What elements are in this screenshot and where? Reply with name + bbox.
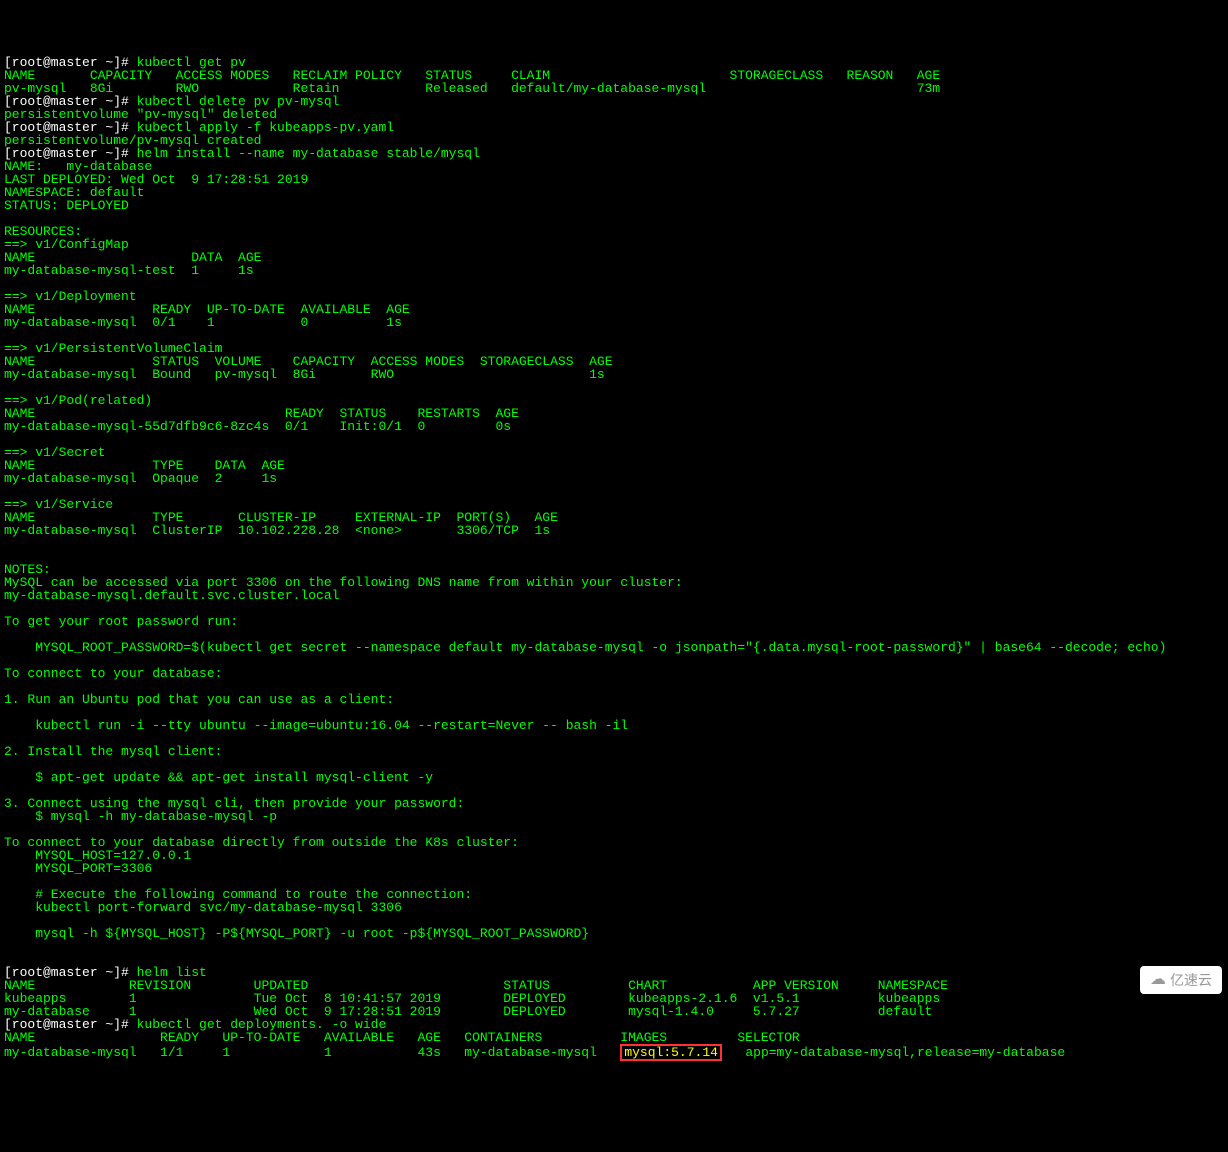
watermark-text: 亿速云 <box>1170 973 1212 987</box>
terminal-line: my-database-mysql ClusterIP 10.102.228.2… <box>4 523 550 538</box>
cloud-icon: ☁ <box>1150 972 1166 988</box>
terminal-line: NAME READY UP-TO-DATE AVAILABLE AGE CONT… <box>4 1030 800 1045</box>
highlighted-image: mysql:5.7.14 <box>620 1044 722 1061</box>
terminal-line: kubectl port-forward svc/my-database-mys… <box>4 900 402 915</box>
terminal-line: my-database-mysql-55d7dfb9c6-8zc4s 0/1 I… <box>4 419 511 434</box>
shell-command: helm install --name my-database stable/m… <box>137 146 480 161</box>
terminal-line: my-database-mysql-test 1 1s <box>4 263 254 278</box>
terminal-line: $ mysql -h my-database-mysql -p <box>4 809 277 824</box>
terminal-line: MYSQL_ROOT_PASSWORD=$(kubectl get secret… <box>4 640 1166 655</box>
terminal-line: my-database-mysql Bound pv-mysql 8Gi RWO… <box>4 367 605 382</box>
terminal-line: To connect to your database: <box>4 666 222 681</box>
terminal-line: STATUS: DEPLOYED <box>4 198 129 213</box>
terminal-line: my-database-mysql.default.svc.cluster.lo… <box>4 588 339 603</box>
terminal-line: my-database-mysql 1/1 1 1 43s my-databas… <box>4 1045 620 1060</box>
terminal-line: kubectl run -i --tty ubuntu --image=ubun… <box>4 718 628 733</box>
terminal-line: MYSQL_PORT=3306 <box>4 861 152 876</box>
terminal-line: 2. Install the mysql client: <box>4 744 222 759</box>
terminal-line: my-database-mysql Opaque 2 1s <box>4 471 277 486</box>
terminal-line: mysql -h ${MYSQL_HOST} -P${MYSQL_PORT} -… <box>4 926 589 941</box>
terminal-line: app=my-database-mysql,release=my-databas… <box>722 1045 1065 1060</box>
terminal-line: 1. Run an Ubuntu pod that you can use as… <box>4 692 394 707</box>
terminal-output[interactable]: [root@master ~]# kubectl get pv NAME CAP… <box>4 56 1224 1061</box>
watermark-badge: ☁ 亿速云 <box>1140 966 1222 994</box>
terminal-line: To get your root password run: <box>4 614 238 629</box>
terminal-line <box>4 939 35 954</box>
terminal-line: my-database-mysql 0/1 1 0 1s <box>4 315 402 330</box>
terminal-line: $ apt-get update && apt-get install mysq… <box>4 770 433 785</box>
